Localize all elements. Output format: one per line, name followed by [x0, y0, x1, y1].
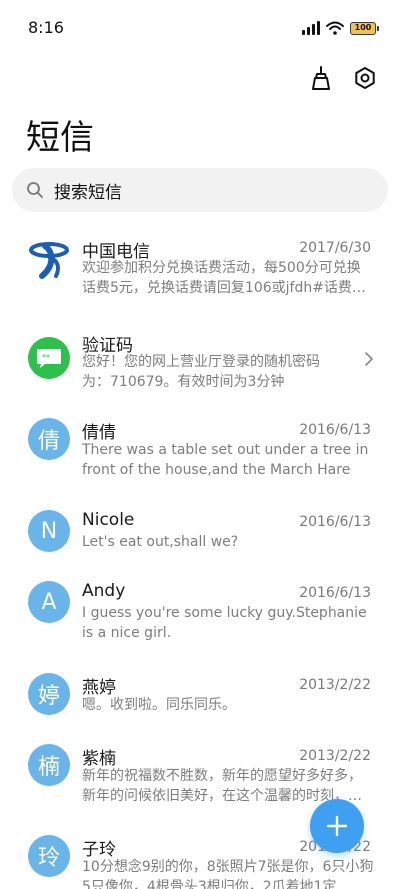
- list-item[interactable]: 倩 倩倩 2016/6/13 There was a table set out…: [0, 418, 400, 498]
- search-placeholder: 搜索短信: [54, 182, 122, 203]
- avatar: 倩: [28, 418, 70, 460]
- chevron-right-icon: [365, 352, 373, 366]
- list-item[interactable]: A Andy 2016/6/13 I guess you're some luc…: [0, 581, 400, 661]
- message-preview: 10分想念9别的你，8张照片7张是你，6只小狗5只像你，4根骨头3根归你，2爪着…: [82, 859, 374, 889]
- china-telecom-logo-icon: [28, 238, 70, 280]
- list-item[interactable]: 婷 燕婷 2013/2/22 嗯。收到啦。同乐同乐。: [0, 673, 400, 733]
- message-preview: There was a table set out under a tree i…: [82, 442, 369, 478]
- search-icon: [27, 182, 43, 198]
- status-bar: 8:16 100: [0, 0, 400, 56]
- list-item[interactable]: N Nicole 2016/6/13 Let's eat out,shall w…: [0, 510, 400, 570]
- message-preview: I guess you're some lucky guy.Stephanie …: [82, 605, 367, 641]
- plus-icon: [326, 815, 348, 837]
- message-preview: 欢迎参加积分兑换话费活动，每500分可兑换话费5元，兑换话费请回复106或jfd…: [82, 260, 366, 296]
- svg-text:**: **: [42, 353, 50, 362]
- message-preview: 嗯。收到啦。同乐同乐。: [82, 697, 236, 713]
- wifi-icon: [326, 21, 344, 35]
- message-date: 2016/6/13: [299, 585, 371, 601]
- message-date: 2017/6/30: [299, 240, 371, 256]
- search-input[interactable]: 搜索短信: [12, 168, 388, 212]
- list-item[interactable]: 中国电信 2017/6/30 欢迎参加积分兑换话费活动，每500分可兑换话费5元…: [0, 230, 400, 320]
- message-date: 2016/6/13: [299, 514, 371, 530]
- message-preview: Let's eat out,shall we?: [82, 534, 239, 550]
- chat-bubble-icon: **: [28, 337, 70, 379]
- message-date: 2016/6/13: [299, 422, 371, 438]
- broom-icon[interactable]: [308, 64, 334, 92]
- message-preview: 您好！您的网上营业厅登录的随机密码为：710679。有效时间为3分钟: [82, 354, 320, 390]
- avatar: 玲: [28, 835, 70, 877]
- avatar: N: [28, 510, 70, 552]
- top-actions: [308, 64, 378, 92]
- list-item[interactable]: ** 验证码 您好！您的网上营业厅登录的随机密码为：710679。有效时间为3分…: [0, 327, 400, 407]
- message-date: 2013/2/22: [299, 677, 371, 693]
- avatar: 楠: [28, 744, 70, 786]
- battery-icon: 100: [350, 21, 379, 35]
- messages-screen: 8:16 100 短信 搜索短信 中国电信 2017/6/30 欢迎参加积分兑换…: [0, 0, 400, 889]
- status-time: 8:16: [28, 18, 64, 37]
- message-date: 2013/2/22: [299, 748, 371, 764]
- sender-name: Andy: [82, 581, 126, 601]
- gear-icon[interactable]: [352, 64, 378, 92]
- avatar: A: [28, 581, 70, 623]
- sender-name: Nicole: [82, 510, 135, 530]
- status-icons: 100: [302, 20, 379, 36]
- new-message-button[interactable]: [310, 799, 364, 853]
- avatar: 婷: [28, 673, 70, 715]
- page-title: 短信: [26, 118, 94, 158]
- signal-icon: [302, 21, 320, 35]
